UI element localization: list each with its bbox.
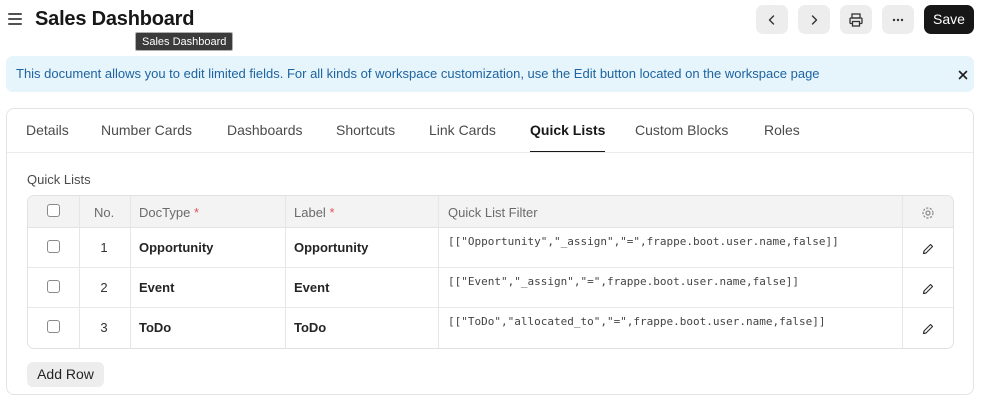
tab-link-cards[interactable]: Link Cards — [429, 122, 496, 152]
row-doctype[interactable]: Event — [139, 280, 174, 295]
row-checkbox[interactable] — [47, 320, 60, 333]
section-label: Quick Lists — [27, 172, 91, 187]
row-filter[interactable]: [["Event","_assign","=",frappe.boot.user… — [448, 275, 799, 288]
next-button[interactable] — [798, 5, 830, 34]
tab-number-cards[interactable]: Number Cards — [101, 122, 192, 152]
row-number: 1 — [100, 240, 108, 255]
pencil-icon[interactable] — [921, 282, 935, 296]
tab-dashboards[interactable]: Dashboards — [227, 122, 303, 152]
close-icon[interactable] — [956, 68, 970, 82]
required-mark: * — [329, 205, 335, 220]
chevron-left-icon — [768, 14, 775, 25]
tab-bar: Details Number Cards Dashboards Shortcut… — [7, 109, 973, 153]
column-divider — [902, 196, 903, 348]
column-divider — [79, 196, 80, 348]
column-filter: Quick List Filter — [448, 205, 538, 220]
row-filter[interactable]: [["ToDo","allocated_to","=",frappe.boot.… — [448, 315, 826, 328]
previous-button[interactable] — [756, 5, 788, 34]
more-button[interactable] — [882, 5, 914, 34]
row-number: 3 — [100, 320, 108, 335]
row-doctype[interactable]: Opportunity — [139, 240, 213, 255]
column-divider — [438, 196, 439, 348]
print-button[interactable] — [840, 5, 872, 34]
column-doctype-label: DocType — [139, 205, 191, 220]
row-label[interactable]: Event — [294, 280, 329, 295]
hamburger-icon[interactable] — [8, 12, 22, 26]
table-row[interactable]: 3 ToDo ToDo [["ToDo","allocated_to","=",… — [28, 308, 953, 348]
quick-lists-table: No. DocType * Label * Quick List Filter … — [27, 195, 954, 349]
gear-icon[interactable] — [921, 206, 935, 220]
table-header: No. DocType * Label * Quick List Filter — [28, 196, 953, 228]
tab-quick-lists[interactable]: Quick Lists — [530, 122, 606, 152]
row-checkbox[interactable] — [47, 280, 60, 293]
add-row-button[interactable]: Add Row — [27, 362, 104, 387]
form-card: Details Number Cards Dashboards Shortcut… — [6, 108, 974, 395]
info-alert: This document allows you to edit limited… — [6, 56, 974, 92]
row-filter[interactable]: [["Opportunity","_assign","=",frappe.boo… — [448, 235, 839, 248]
tab-details[interactable]: Details — [26, 122, 69, 152]
page-title: Sales Dashboard — [35, 8, 195, 30]
row-label[interactable]: ToDo — [294, 320, 326, 335]
alert-message: This document allows you to edit limited… — [16, 66, 820, 81]
pencil-icon[interactable] — [921, 322, 935, 336]
more-horizontal-icon — [892, 18, 904, 21]
save-button[interactable]: Save — [924, 5, 974, 34]
row-label[interactable]: Opportunity — [294, 240, 368, 255]
column-divider — [130, 196, 131, 348]
row-checkbox[interactable] — [47, 240, 60, 253]
chevron-right-icon — [811, 14, 818, 25]
required-mark: * — [193, 205, 199, 220]
tab-custom-blocks[interactable]: Custom Blocks — [635, 122, 728, 152]
column-label-label: Label — [294, 205, 326, 220]
row-doctype[interactable]: ToDo — [139, 320, 171, 335]
title-tooltip: Sales Dashboard — [135, 32, 234, 51]
column-no: No. — [94, 205, 115, 220]
printer-icon — [849, 12, 863, 27]
column-doctype: DocType * — [139, 205, 199, 220]
column-label: Label * — [294, 205, 335, 220]
table-row[interactable]: 2 Event Event [["Event","_assign","=",fr… — [28, 268, 953, 308]
column-divider — [285, 196, 286, 348]
page-header: Sales Dashboard Sales Dashboard Save — [0, 0, 982, 51]
select-all-checkbox[interactable] — [47, 204, 60, 217]
tab-roles[interactable]: Roles — [764, 122, 800, 152]
tab-shortcuts[interactable]: Shortcuts — [336, 122, 395, 152]
table-row[interactable]: 1 Opportunity Opportunity [["Opportunity… — [28, 228, 953, 268]
row-number: 2 — [100, 280, 108, 295]
pencil-icon[interactable] — [921, 242, 935, 256]
